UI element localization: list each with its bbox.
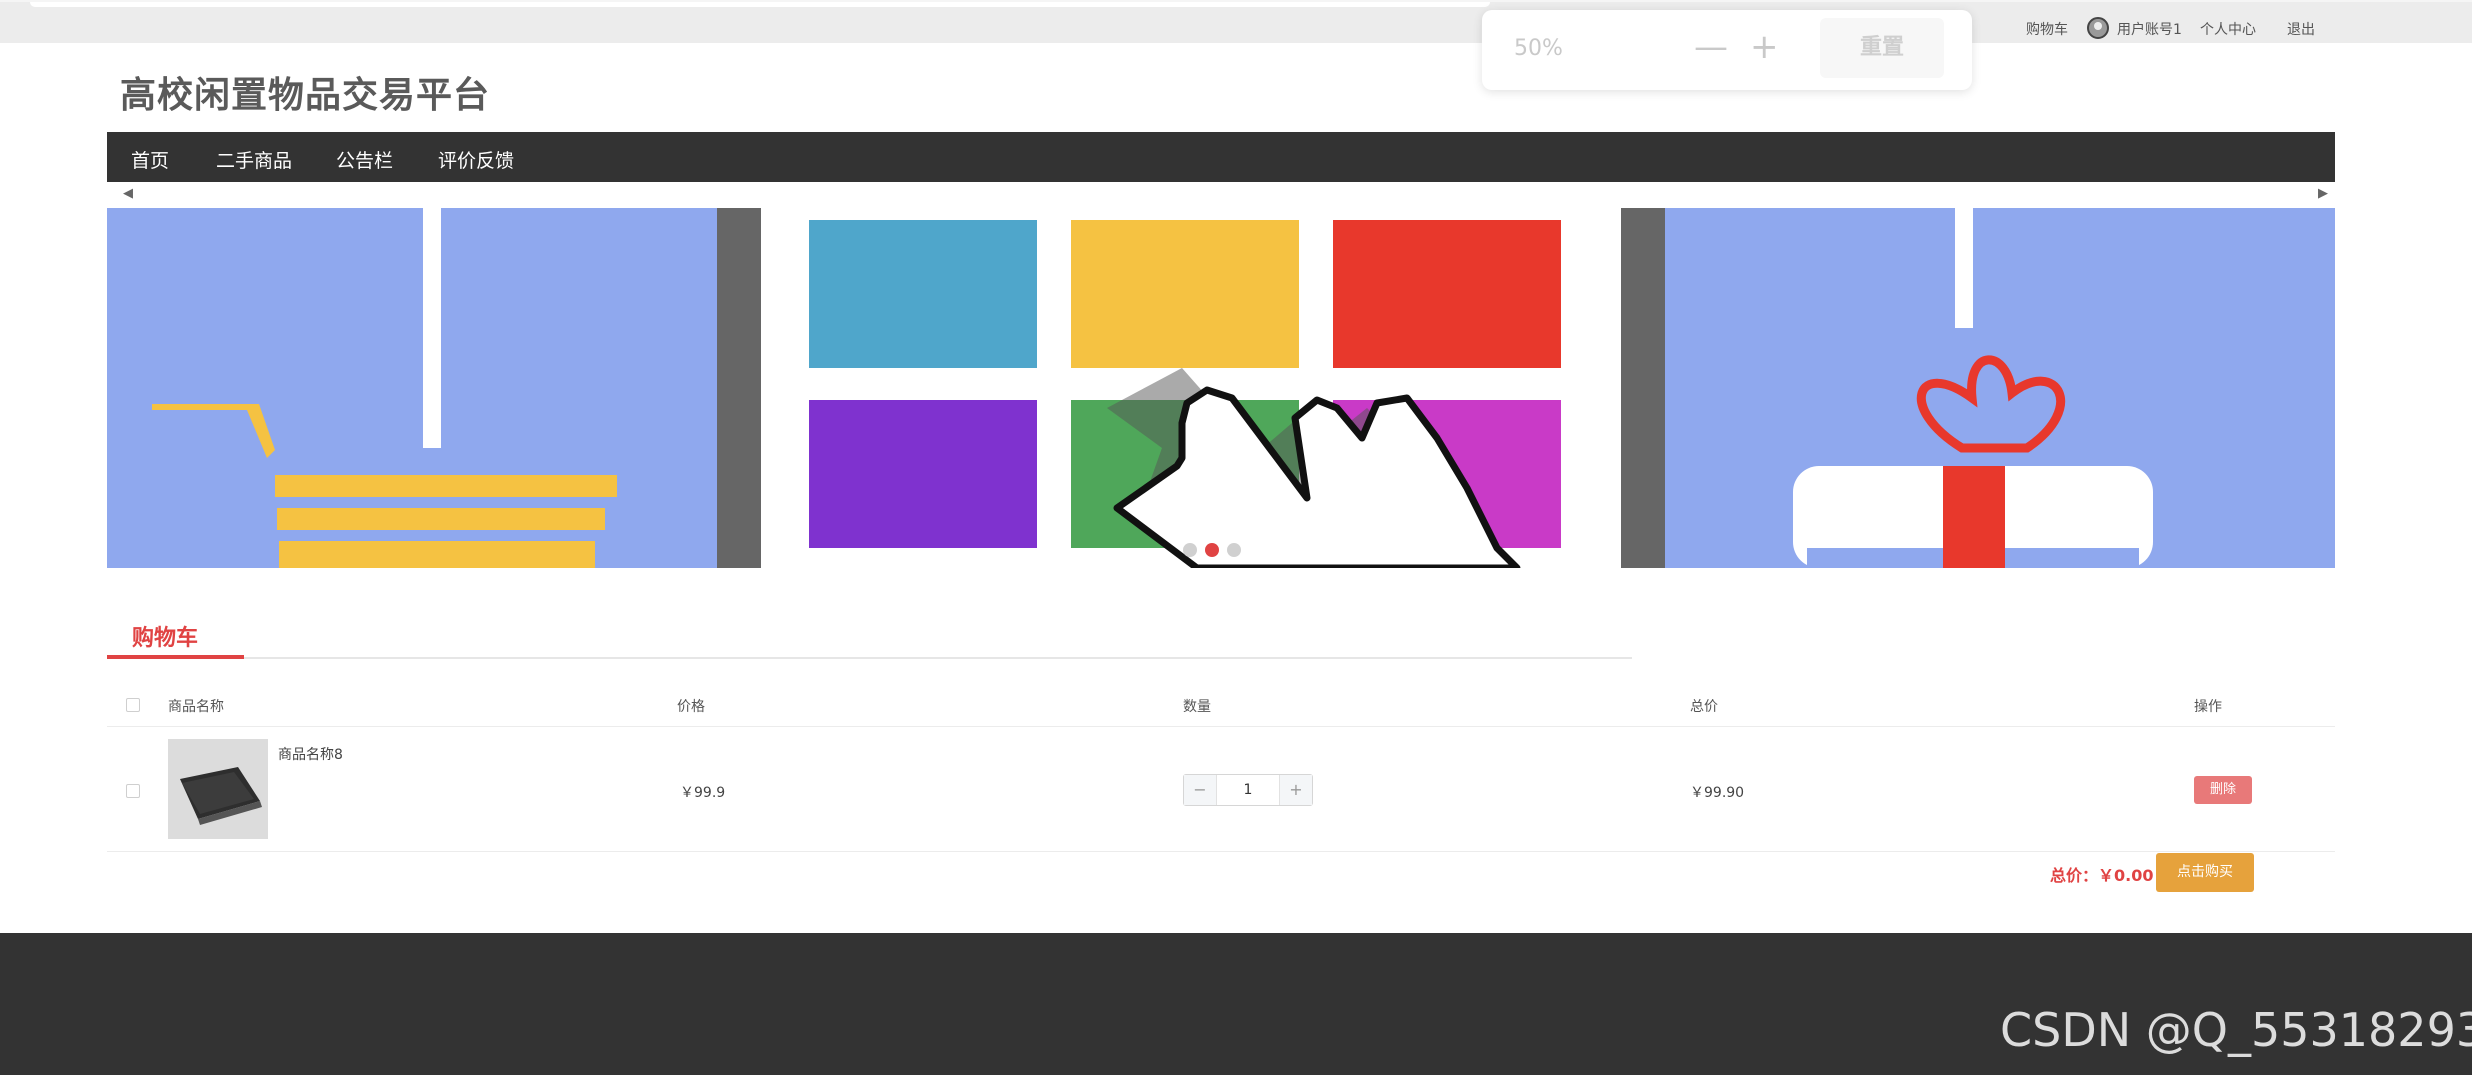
carousel-dot-2-active[interactable]	[1205, 543, 1219, 557]
browser-edge	[30, 2, 1490, 7]
product-name[interactable]: 商品名称8	[278, 744, 343, 764]
delete-button[interactable]: 删除	[2194, 776, 2252, 804]
nav-item-products[interactable]: 二手商品	[216, 146, 292, 173]
zoom-in-button[interactable]: +	[1750, 27, 1779, 67]
quantity-stepper: − 1 +	[1183, 774, 1313, 806]
product-thumbnail[interactable]	[168, 739, 268, 839]
nav-item-feedback[interactable]: 评价反馈	[438, 146, 514, 173]
csdn-watermark: CSDN @Q_55318293	[2000, 1003, 2472, 1057]
nav-item-notices[interactable]: 公告栏	[336, 146, 393, 173]
laptop-image	[168, 739, 268, 839]
row-select-checkbox[interactable]	[126, 784, 140, 798]
banner-next-arrow[interactable]: ▶	[2318, 186, 2328, 201]
user-account-link[interactable]: 用户账号1	[2117, 19, 2182, 39]
row-total-price: ￥99.90	[1690, 785, 1745, 801]
carousel-dot-3[interactable]	[1227, 543, 1241, 557]
select-all-checkbox[interactable]	[126, 698, 140, 712]
table-header-divider	[107, 726, 2335, 727]
nav-item-home[interactable]: 首页	[131, 146, 169, 173]
cart-section-title: 购物车	[132, 626, 199, 651]
grand-total: 总价：￥0.00	[2050, 866, 2154, 885]
logout-link[interactable]: 退出	[2287, 19, 2315, 39]
top-utility-bar: 购物车 用户账号1 个人中心 退出	[0, 0, 2472, 43]
buy-button[interactable]: 点击购买	[2156, 853, 2254, 892]
column-header-price: 价格	[677, 699, 705, 715]
zoom-level: 50%	[1514, 36, 1563, 61]
quantity-increase-button[interactable]: +	[1280, 775, 1312, 805]
carousel-dot-1[interactable]	[1183, 543, 1197, 557]
column-header-action: 操作	[2194, 699, 2222, 715]
cart-title-underline	[107, 655, 244, 659]
quantity-input[interactable]: 1	[1216, 775, 1280, 805]
table-row-divider	[107, 851, 2335, 852]
column-header-total: 总价	[1690, 699, 1718, 715]
column-header-quantity: 数量	[1183, 699, 1211, 715]
top-cart-link[interactable]: 购物车	[2026, 19, 2068, 39]
site-title[interactable]: 高校闲置物品交易平台	[120, 66, 490, 118]
zoom-out-button[interactable]: —	[1694, 27, 1728, 67]
main-nav: 首页 二手商品 公告栏 评价反馈	[107, 132, 2335, 182]
zoom-popup: 50% — + 重置	[1482, 10, 1972, 90]
banner-prev-arrow[interactable]: ◀	[123, 186, 133, 201]
banner-illustration	[107, 208, 2335, 568]
user-center-link[interactable]: 个人中心	[2200, 19, 2256, 39]
banner-carousel[interactable]	[107, 208, 2335, 568]
cart-title-divider	[244, 657, 1632, 659]
product-price: ￥99.9	[680, 785, 726, 801]
quantity-decrease-button[interactable]: −	[1184, 775, 1216, 805]
column-header-name: 商品名称	[168, 699, 224, 715]
user-avatar[interactable]	[2087, 17, 2109, 39]
zoom-reset-button[interactable]: 重置	[1820, 18, 1944, 78]
